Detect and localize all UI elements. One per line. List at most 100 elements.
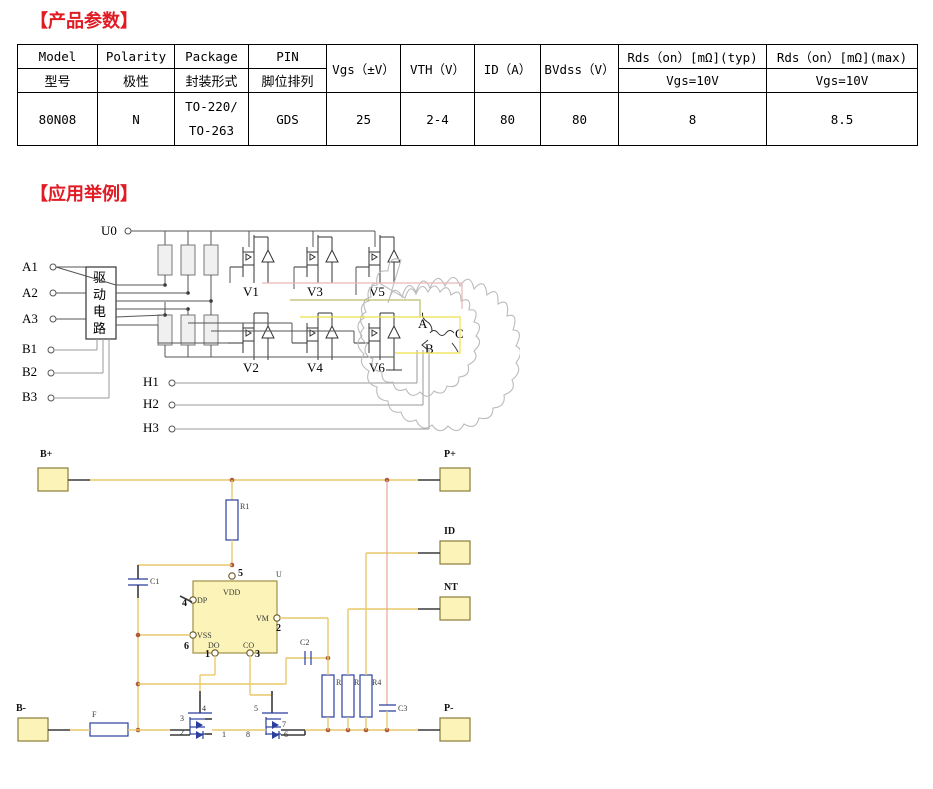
product-parameters-table: Model Polarity Package PIN Vgs（±V） VTH（V…: [17, 44, 918, 146]
mosfet-right-pin-7: 7: [282, 720, 286, 729]
label-ic-ref: U: [276, 570, 282, 579]
pin-co: [246, 649, 254, 657]
resistor-bot-1: [157, 314, 173, 346]
label-h3: H3: [143, 420, 159, 435]
resistor-r4: R4: [359, 552, 418, 730]
cell-bvdss: 80: [540, 92, 619, 146]
cell-package-line1: TO-220/: [185, 99, 238, 115]
label-h2: H2: [143, 396, 159, 411]
terminal-a2[interactable]: [49, 289, 57, 297]
header-bvdss: BVdss（V）: [540, 44, 619, 93]
pin-vdd: [228, 572, 236, 580]
cell-vth: 2-4: [400, 92, 475, 146]
pin-label-vm: VM: [256, 614, 269, 623]
header-package: Package: [174, 44, 249, 69]
pad-nt: NT: [418, 582, 471, 621]
header-rds-max-cond: Vgs=10V: [766, 68, 918, 93]
label-b2: B2: [22, 364, 37, 379]
resistor-r1: R1: [225, 480, 249, 565]
terminal-u0: [124, 227, 132, 235]
terminal-a1[interactable]: [49, 263, 57, 271]
cell-rds-max: 8.5: [766, 92, 918, 146]
cell-polarity: N: [97, 92, 175, 146]
resistor-top-3: [203, 244, 219, 276]
pin-vss: [189, 631, 197, 639]
pin-label-vdd: VDD: [223, 588, 241, 597]
pad-p-minus: P-: [418, 703, 471, 742]
pad-label-id: ID: [444, 526, 455, 537]
capacitor-c3: C3: [379, 480, 407, 730]
terminal-h1[interactable]: [168, 379, 176, 387]
pin-num-vdd: 5: [238, 568, 243, 579]
fuse-f: F: [89, 710, 129, 737]
label-a3: A3: [22, 311, 38, 326]
header-polarity: Polarity: [97, 44, 175, 69]
mosfet-v5: V5: [356, 235, 401, 299]
mosfet-left-pin-4: 4: [202, 704, 206, 713]
label-b3: B3: [22, 389, 37, 404]
header-id: ID（A）: [474, 44, 541, 93]
pad-label-nt: NT: [444, 582, 458, 593]
terminal-h2[interactable]: [168, 401, 176, 409]
driver-block-char-2: 电: [93, 305, 106, 320]
terminal-h3[interactable]: [168, 425, 176, 433]
pin-do: [211, 649, 219, 657]
header-vth: VTH（V）: [400, 44, 475, 93]
pin-num-vm: 2: [276, 623, 281, 634]
header-rds-typ-cond: Vgs=10V: [618, 68, 767, 93]
motor-phase-a: A: [418, 316, 428, 331]
mosfet-v2: V2: [228, 312, 275, 375]
resistor-top-2: [180, 244, 196, 276]
label-v6: V6: [369, 360, 385, 375]
label-f: F: [92, 710, 97, 719]
label-v2: V2: [243, 360, 259, 375]
header-pin-cn: 脚位排列: [248, 68, 327, 93]
header-vgs: Vgs（±V）: [326, 44, 401, 93]
label-h1: H1: [143, 374, 159, 389]
pin-num-co: 3: [255, 649, 260, 660]
pad-label-p-plus: P+: [444, 449, 456, 460]
pin-num-do: 1: [205, 649, 210, 660]
cell-vgs: 25: [326, 92, 401, 146]
motor-driver-schematic: U0 V1 V3 V5 V2 V4 V6 驱 动 电 路 A1 A2 A3 B1…: [0, 205, 520, 445]
cell-model: 80N08: [17, 92, 98, 146]
pad-p-plus: P+: [418, 449, 471, 492]
protection-ic: U VDD 5 DP 4 VSS 6 VM 2 DO 1 CO 3: [179, 568, 282, 660]
pin-label-vss: VSS: [197, 631, 212, 640]
pin-vm: [273, 614, 281, 622]
terminal-b2[interactable]: [47, 369, 55, 377]
product-parameters-heading: 【产品参数】: [30, 11, 138, 32]
cell-rds-typ: 8: [618, 92, 767, 146]
pad-label-p-minus: P-: [444, 703, 453, 714]
label-c2: C2: [300, 638, 309, 647]
capacitor-c2: C2: [300, 638, 328, 665]
label-r1: R1: [240, 502, 249, 511]
label-v4: V4: [307, 360, 323, 375]
label-c3: C3: [398, 704, 407, 713]
label-a2: A2: [22, 285, 38, 300]
terminal-b1[interactable]: [47, 346, 55, 354]
header-model: Model: [17, 44, 98, 69]
label-b1: B1: [22, 341, 37, 356]
cell-package-line2: TO-263: [188, 123, 235, 138]
label-v3: V3: [307, 284, 323, 299]
resistor-bot-3: [203, 314, 219, 346]
pin-num-vss: 6: [184, 641, 189, 652]
driver-block-char-1: 动: [93, 288, 106, 303]
mosfet-v1: V1: [230, 235, 275, 299]
mosfet-v4: V4: [292, 312, 339, 375]
header-pin: PIN: [248, 44, 327, 69]
pad-b-minus: B-: [16, 703, 70, 742]
header-rds-typ: Rds（on）[mΩ](typ): [618, 44, 767, 69]
header-package-cn: 封装形式: [174, 68, 249, 93]
cell-package: TO-220/ TO-263: [174, 92, 249, 146]
label-c1: C1: [150, 577, 159, 586]
label-r4: R4: [372, 678, 381, 687]
motor-phase-c: C: [455, 326, 464, 341]
pad-b-plus: B+: [37, 449, 90, 492]
terminal-b3[interactable]: [47, 394, 55, 402]
pin-label-co: CO: [243, 641, 254, 650]
product-parameters-table-wrapper: Model Polarity Package PIN Vgs（±V） VTH（V…: [17, 44, 918, 146]
terminal-a3[interactable]: [49, 315, 57, 323]
label-v1: V1: [243, 284, 259, 299]
